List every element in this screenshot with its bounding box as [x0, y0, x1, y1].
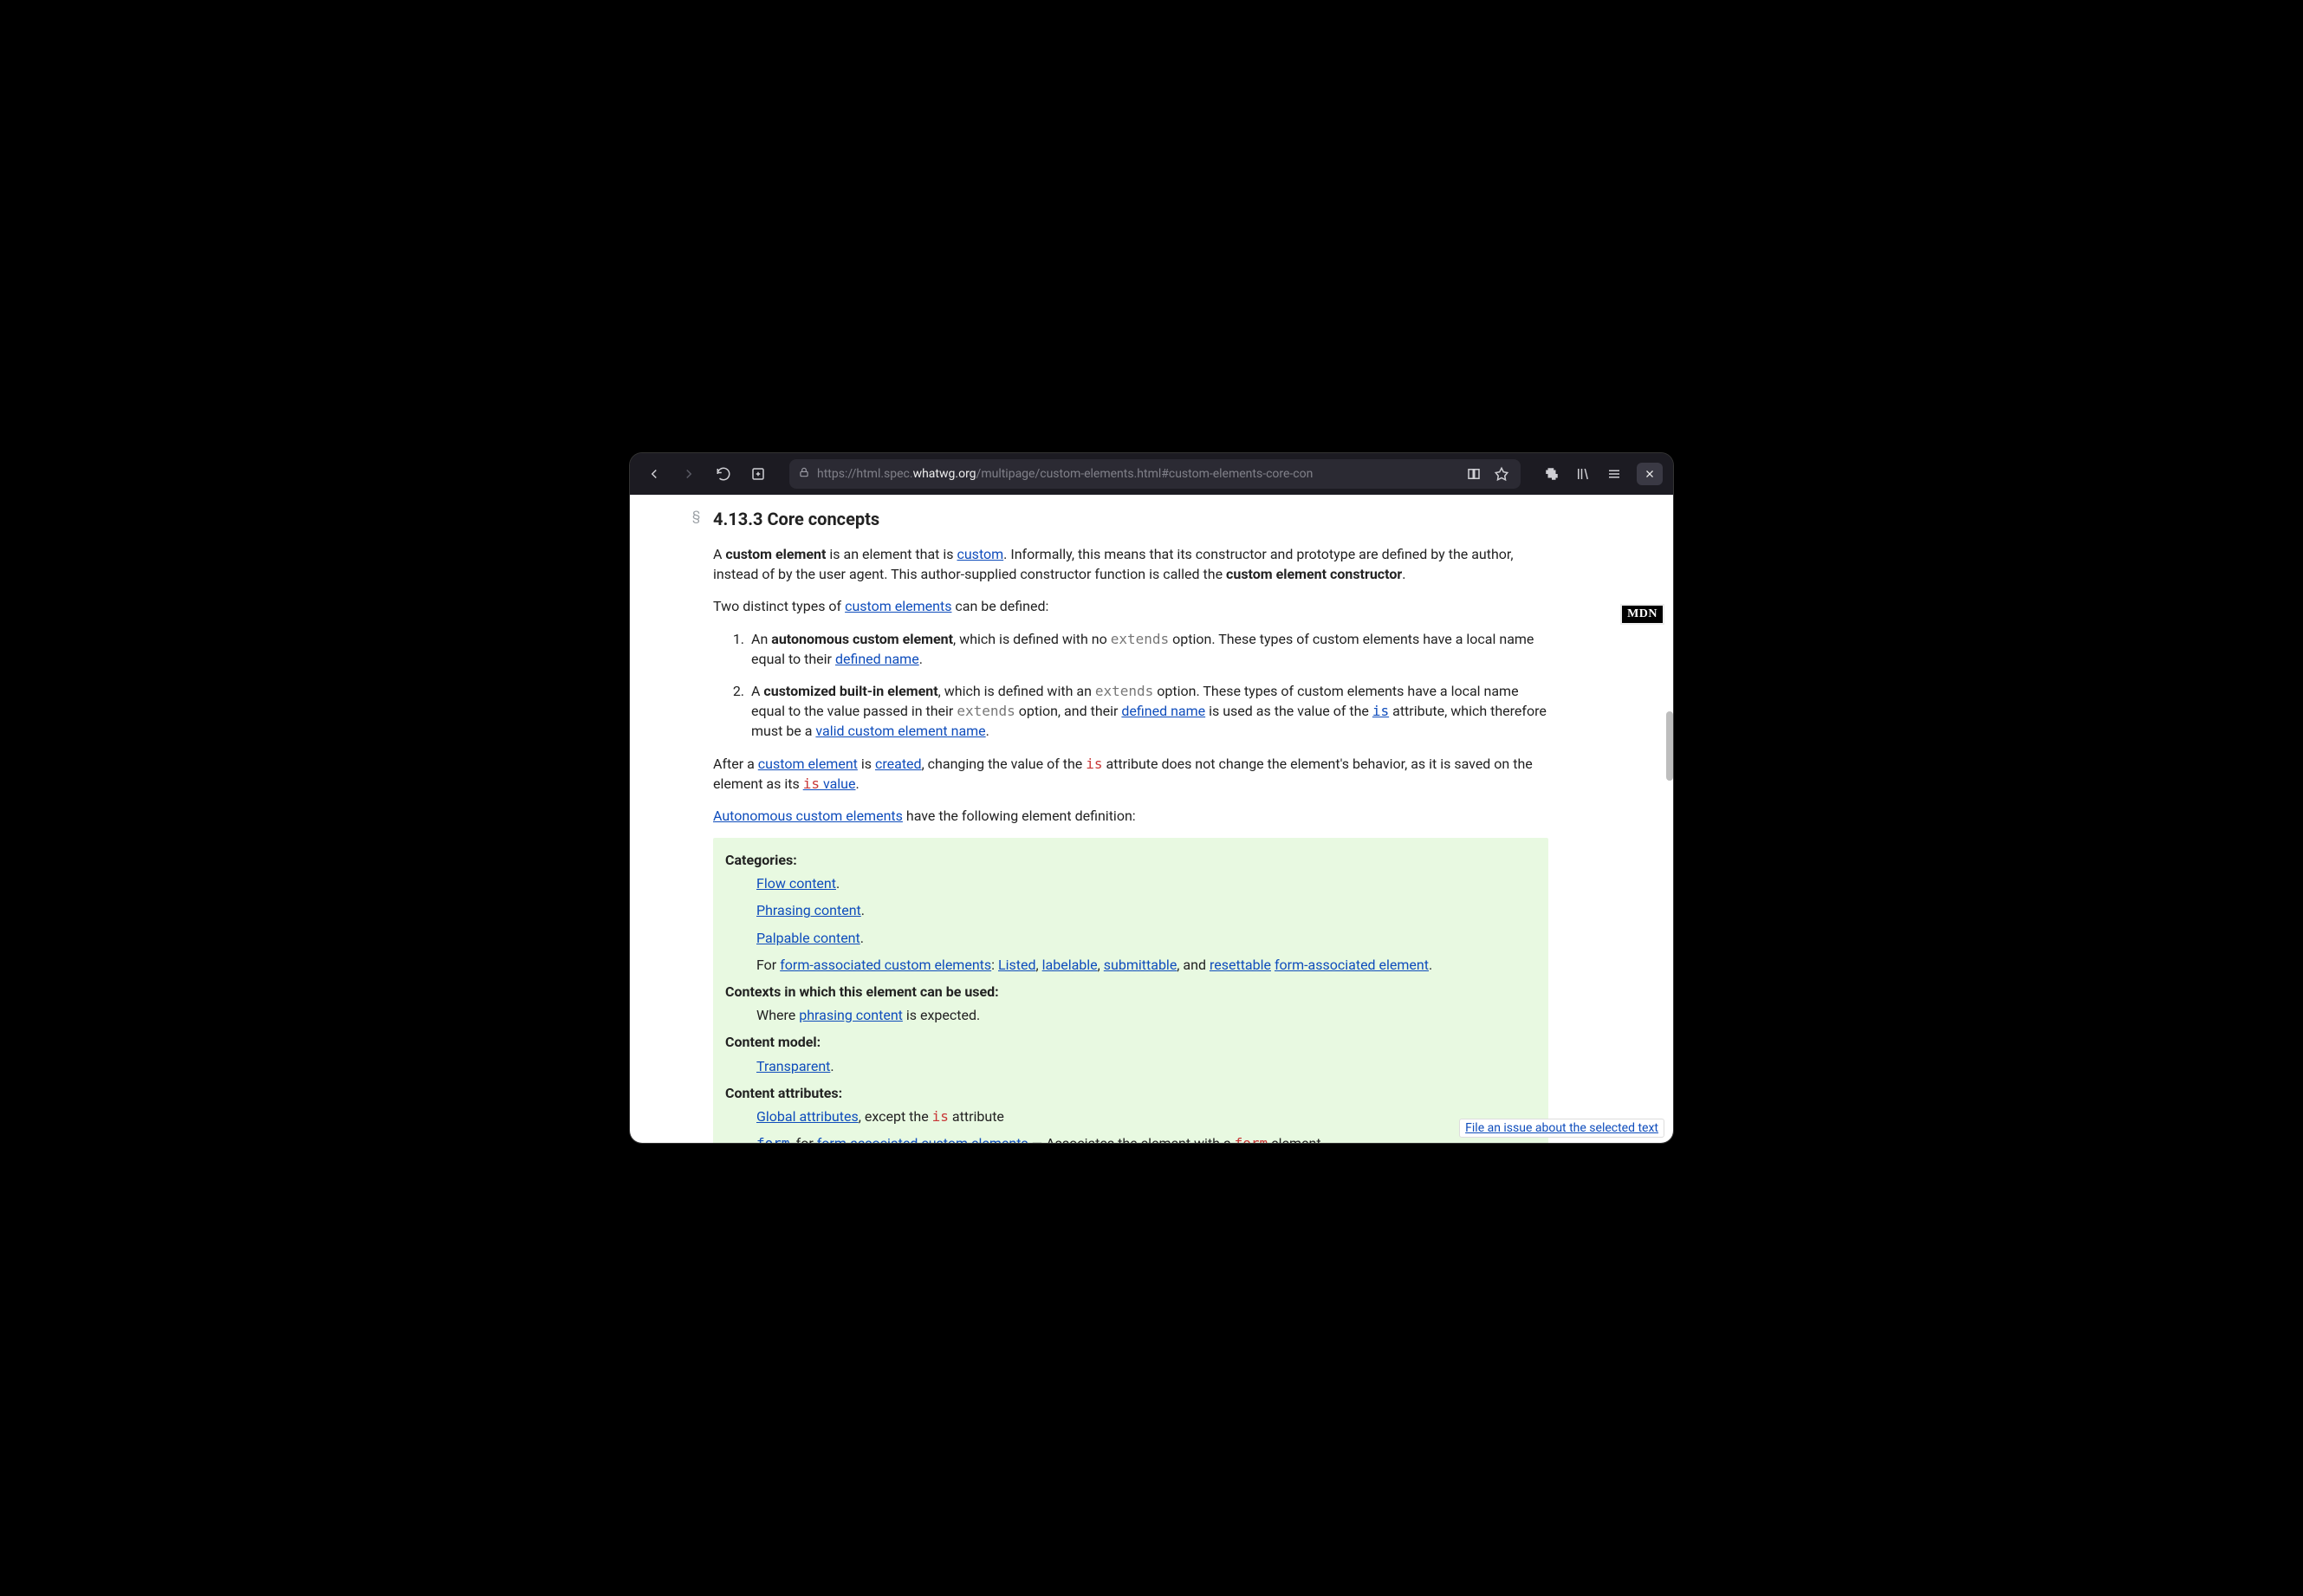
link-phrasing-content[interactable]: phrasing content — [799, 1007, 903, 1023]
attr-is[interactable]: is — [1372, 703, 1389, 719]
url-host: whatwg.org — [913, 467, 976, 481]
link-custom[interactable]: custom — [957, 546, 1003, 562]
code-extends: extends — [957, 703, 1015, 719]
forward-button[interactable] — [675, 460, 703, 488]
dd-flow: Flow content. — [756, 873, 1536, 893]
url-path: /multipage/custom-elements.html#custom-e… — [976, 467, 1314, 481]
dd-palpable: Palpable content. — [756, 928, 1536, 948]
link-custom-element[interactable]: custom element — [758, 756, 858, 772]
dd-global-attrs: Global attributes, except the is attribu… — [756, 1106, 1536, 1126]
attr-is: is — [932, 1108, 949, 1125]
elem-form: form — [1235, 1135, 1268, 1143]
dt-content-model: Content model: — [725, 1032, 1536, 1052]
extensions-icon[interactable] — [1538, 460, 1566, 488]
menu-icon[interactable] — [1600, 460, 1628, 488]
link-submittable[interactable]: submittable — [1104, 957, 1177, 973]
dd-content-model: Transparent. — [756, 1056, 1536, 1076]
lock-icon — [798, 466, 810, 482]
link-defined-name[interactable]: defined name — [835, 651, 919, 667]
element-definition-box: Categories: Flow content. Phrasing conte… — [713, 838, 1548, 1143]
toolbar-right — [1538, 460, 1663, 488]
link-listed[interactable]: Listed — [998, 957, 1036, 973]
link-form-assoc-ce[interactable]: form-associated custom elements — [780, 957, 991, 973]
paragraph-intro: A custom element is an element that is c… — [713, 544, 1548, 584]
link-is-value[interactable]: is value — [803, 775, 856, 792]
link-resettable[interactable]: resettable — [1210, 957, 1271, 973]
code-extends: extends — [1095, 683, 1153, 699]
code-extends: extends — [1111, 631, 1169, 647]
term-customized-builtin: customized built-in element — [763, 683, 937, 699]
term-custom-element-constructor: custom element constructor — [1226, 566, 1402, 582]
dd-contexts: Where phrasing content is expected. — [756, 1005, 1536, 1025]
types-list: An autonomous custom element, which is d… — [748, 629, 1548, 742]
section-heading: 4.13.3 Core concepts — [713, 507, 1548, 532]
reader-mode-icon[interactable] — [1463, 464, 1484, 484]
reload-button[interactable] — [710, 460, 737, 488]
link-transparent[interactable]: Transparent — [756, 1058, 830, 1074]
attr-form[interactable]: form — [756, 1135, 790, 1143]
list-item-autonomous: An autonomous custom element, which is d… — [748, 629, 1548, 669]
link-custom-elements[interactable]: custom elements — [845, 598, 951, 614]
link-form-assoc-ce[interactable]: form-associated custom elements — [817, 1135, 1028, 1143]
link-palpable-content[interactable]: Palpable content — [756, 930, 860, 946]
browser-window: https://html.spec.whatwg.org/multipage/c… — [630, 453, 1673, 1143]
link-valid-name[interactable]: valid custom element name — [815, 723, 985, 739]
attr-is: is — [1086, 756, 1102, 772]
page-content[interactable]: MDN § 4.13.3 Core concepts A custom elem… — [630, 495, 1673, 1143]
close-button[interactable] — [1637, 463, 1663, 485]
scrollbar-thumb[interactable] — [1666, 711, 1673, 781]
dt-contexts: Contexts in which this element can be us… — [725, 982, 1536, 1002]
dt-categories: Categories: — [725, 850, 1536, 870]
link-flow-content[interactable]: Flow content — [756, 875, 836, 892]
link-form-assoc-element[interactable]: form-associated element — [1275, 957, 1429, 973]
file-issue-link[interactable]: File an issue about the selected text — [1465, 1121, 1658, 1135]
link-phrasing-content[interactable]: Phrasing content — [756, 902, 861, 918]
file-issue-box: File an issue about the selected text — [1459, 1119, 1664, 1138]
back-button[interactable] — [640, 460, 668, 488]
paragraph-autonomous-def: Autonomous custom elements have the foll… — [713, 806, 1548, 826]
browser-toolbar: https://html.spec.whatwg.org/multipage/c… — [630, 453, 1673, 495]
link-created[interactable]: created — [875, 756, 922, 772]
url-prefix: https://html.spec. — [817, 467, 913, 481]
link-defined-name[interactable]: defined name — [1121, 703, 1205, 719]
dd-form-attr: form, for form-associated custom element… — [756, 1133, 1536, 1143]
link-global-attributes[interactable]: Global attributes — [756, 1108, 859, 1125]
dt-content-attributes: Content attributes: — [725, 1083, 1536, 1103]
url-text: https://html.spec.whatwg.org/multipage/c… — [817, 467, 1456, 481]
list-item-builtin: A customized built-in element, which is … — [748, 681, 1548, 742]
paragraph-types-intro: Two distinct types of custom elements ca… — [713, 596, 1548, 616]
new-tab-button[interactable] — [744, 460, 772, 488]
link-autonomous-elements[interactable]: Autonomous custom elements — [713, 808, 903, 824]
dd-form-assoc: For form-associated custom elements: Lis… — [756, 955, 1536, 975]
library-icon[interactable] — [1569, 460, 1597, 488]
link-labelable[interactable]: labelable — [1042, 957, 1098, 973]
term-autonomous: autonomous custom element — [771, 631, 953, 647]
section-marker[interactable]: § — [692, 507, 700, 526]
term-custom-element: custom element — [725, 546, 826, 562]
url-bar[interactable]: https://html.spec.whatwg.org/multipage/c… — [789, 459, 1521, 489]
dd-phrasing: Phrasing content. — [756, 900, 1536, 920]
paragraph-after-created: After a custom element is created, chang… — [713, 754, 1548, 794]
bookmark-star-icon[interactable] — [1491, 464, 1512, 484]
mdn-badge[interactable]: MDN — [1620, 604, 1664, 625]
document-body: § 4.13.3 Core concepts A custom element … — [630, 495, 1583, 1143]
